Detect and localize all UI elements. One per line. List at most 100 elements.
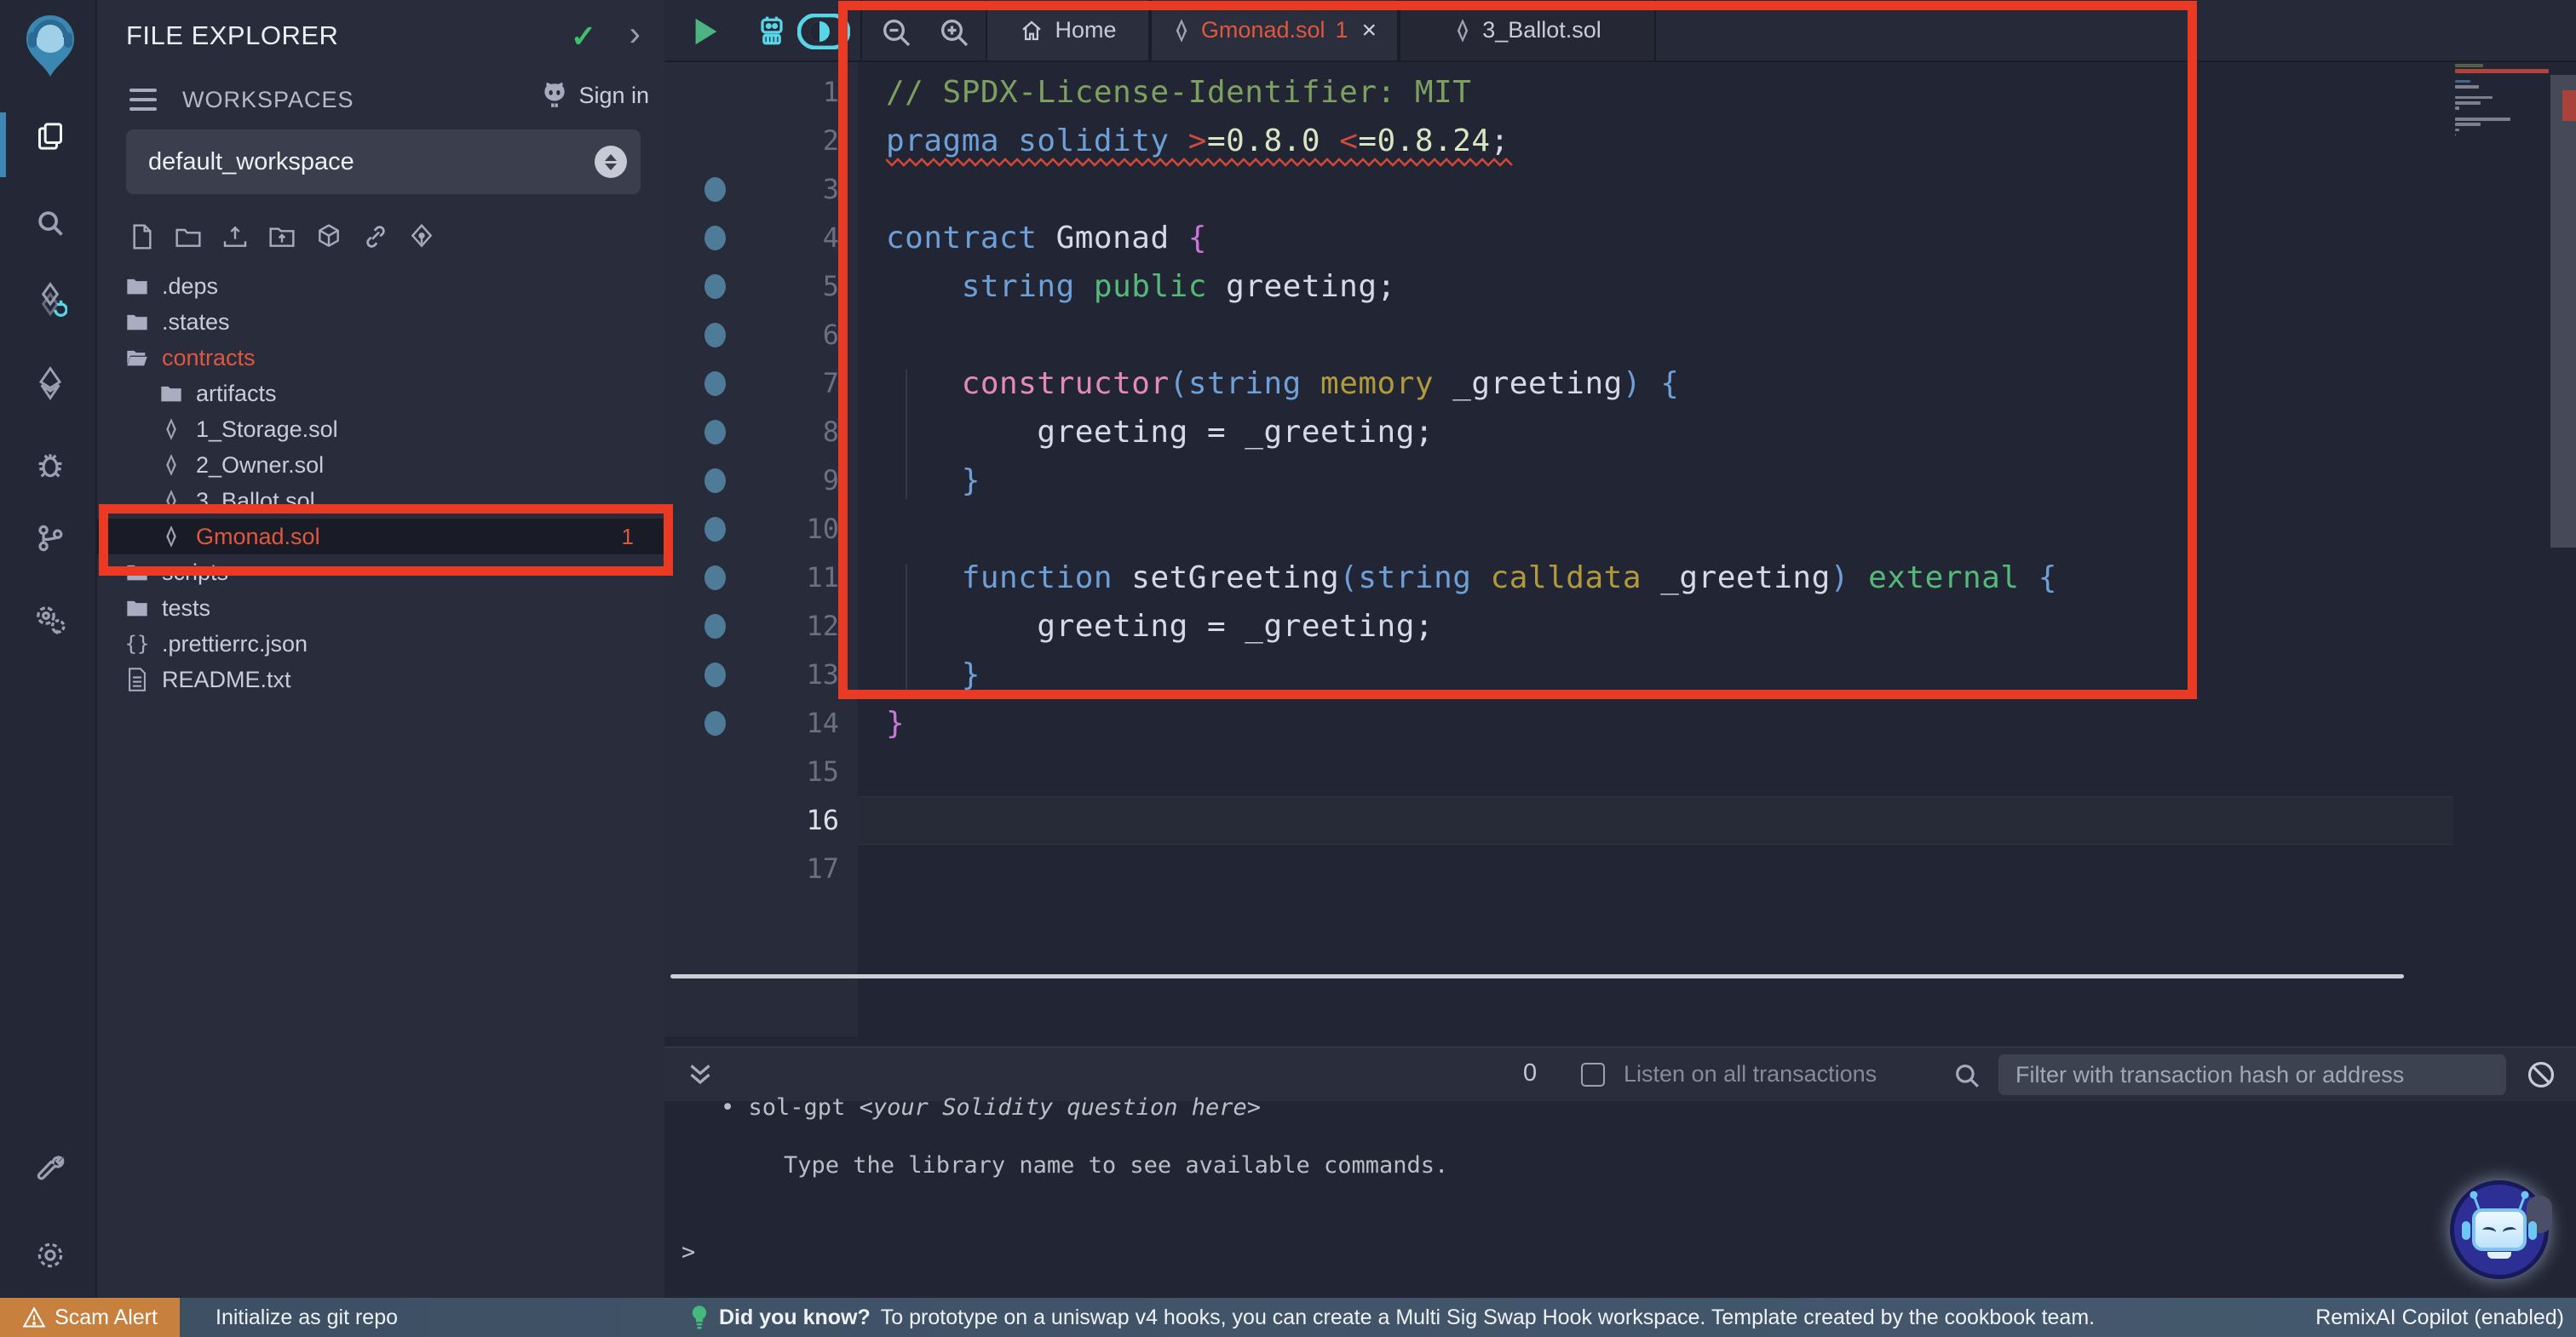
tree-item-.deps[interactable]: .deps xyxy=(97,268,664,304)
code-line-15 xyxy=(886,748,2453,796)
close-icon[interactable]: × xyxy=(1362,16,1377,45)
error-squiggle xyxy=(886,157,1516,169)
remixai-robot-icon[interactable] xyxy=(753,12,791,51)
debugger-icon[interactable] xyxy=(32,446,69,484)
activity-bar xyxy=(0,0,97,1298)
remixai-assistant-button[interactable] xyxy=(2450,1180,2549,1279)
line-number: 13 xyxy=(806,651,839,699)
gutter-line-9[interactable]: 9 xyxy=(664,456,858,505)
tree-item-2_Owner.sol[interactable]: 2_Owner.sol xyxy=(97,447,664,483)
line-number: 12 xyxy=(806,602,839,651)
run-script-icon[interactable] xyxy=(690,15,721,48)
tools-icon[interactable] xyxy=(32,1151,69,1189)
clear-console-icon[interactable] xyxy=(2525,1059,2557,1091)
editor-terminal-splitter[interactable] xyxy=(670,974,2404,978)
upload-file-icon[interactable] xyxy=(221,223,249,250)
gutter-line-6[interactable]: 6 xyxy=(664,311,858,359)
search-icon[interactable] xyxy=(32,204,69,242)
transaction-filter-input[interactable] xyxy=(1998,1054,2506,1095)
line-dot xyxy=(704,274,726,299)
copilot-status[interactable]: RemixAI Copilot (enabled) xyxy=(2315,1305,2564,1330)
line-number: 3 xyxy=(823,165,839,214)
terminal-search-icon[interactable] xyxy=(1952,1061,1981,1090)
gutter-line-1[interactable]: 1 xyxy=(664,68,858,117)
braces-icon: {} xyxy=(124,632,150,656)
tree-item-3_Ballot.sol[interactable]: 3_Ballot.sol xyxy=(97,483,664,519)
tree-item-label: .states xyxy=(162,309,230,336)
solidity-compiler-icon[interactable] xyxy=(32,281,69,318)
theme-toggle[interactable] xyxy=(797,14,850,49)
new-folder-icon[interactable] xyxy=(175,224,202,250)
listen-label[interactable]: Listen on all transactions xyxy=(1624,1061,1877,1087)
tab-home[interactable]: Home xyxy=(986,0,1150,60)
git-clone-icon[interactable] xyxy=(409,223,434,250)
code-line-7: constructor(string memory _greeting) { xyxy=(886,359,2453,408)
ipfs-cube-icon[interactable] xyxy=(315,223,342,250)
gutter-line-3[interactable]: 3 xyxy=(664,165,858,214)
line-dot xyxy=(704,468,726,493)
remix-logo[interactable] xyxy=(13,9,88,87)
code-line-8: greeting = _greeting; xyxy=(886,408,2453,456)
scam-alert-badge[interactable]: Scam Alert xyxy=(0,1298,180,1337)
gutter-line-2[interactable]: 2 xyxy=(664,117,858,165)
code-area[interactable]: // SPDX-License-Identifier: MITpragma so… xyxy=(858,62,2453,1036)
editor-gutter[interactable]: 1234567891011121314151617 xyxy=(664,62,858,1036)
tree-item-scripts[interactable]: scripts xyxy=(97,554,664,590)
zoom-out-icon[interactable] xyxy=(879,15,913,49)
gutter-line-12[interactable]: 12 xyxy=(664,602,858,651)
plugin-runner-icon[interactable] xyxy=(32,601,69,639)
sign-in-button[interactable]: Sign in xyxy=(539,82,649,109)
workspaces-menu-icon[interactable] xyxy=(129,89,157,117)
zoom-in-icon[interactable] xyxy=(937,15,971,49)
terminal-prompt[interactable]: > xyxy=(681,1239,695,1265)
tree-item-Gmonad.sol[interactable]: Gmonad.sol1 xyxy=(97,519,664,554)
line-number: 10 xyxy=(806,505,839,554)
gutter-line-14[interactable]: 14 xyxy=(664,699,858,748)
workspace-selected: default_workspace xyxy=(148,148,354,176)
tab-ballot[interactable]: 3_Ballot.sol xyxy=(1399,0,1656,60)
tree-item-.states[interactable]: .states xyxy=(97,304,664,340)
line-dot xyxy=(704,177,726,202)
tree-item-1_Storage.sol[interactable]: 1_Storage.sol xyxy=(97,411,664,447)
gutter-line-17[interactable]: 17 xyxy=(664,845,858,893)
scrollbar-slider[interactable] xyxy=(2550,75,2576,548)
gutter-line-7[interactable]: 7 xyxy=(664,359,858,408)
minimap[interactable] xyxy=(2453,62,2550,1036)
gutter-line-8[interactable]: 8 xyxy=(664,408,858,456)
tree-item-tests[interactable]: tests xyxy=(97,590,664,626)
new-file-icon[interactable] xyxy=(129,223,155,250)
gutter-line-5[interactable]: 5 xyxy=(664,262,858,311)
git-init-button[interactable]: Initialize as git repo xyxy=(216,1305,398,1330)
gutter-line-13[interactable]: 13 xyxy=(664,651,858,699)
code-line-9: } xyxy=(886,456,2453,505)
gutter-line-11[interactable]: 11 xyxy=(664,554,858,602)
panel-title: FILE EXPLORER xyxy=(126,20,338,51)
workspace-spinner-icon[interactable] xyxy=(595,146,627,178)
line-dot xyxy=(704,323,726,347)
ai-ear xyxy=(2528,1221,2537,1240)
code-line-13: } xyxy=(886,651,2453,699)
chevron-right-icon[interactable]: › xyxy=(630,15,641,54)
settings-icon[interactable] xyxy=(32,1237,69,1274)
gutter-line-4[interactable]: 4 xyxy=(664,214,858,262)
gutter-line-16[interactable]: 16 xyxy=(664,796,858,845)
link-icon[interactable] xyxy=(362,223,389,250)
gutter-line-10[interactable]: 10 xyxy=(664,505,858,554)
tab-gmonad[interactable]: Gmonad.sol 1 × xyxy=(1150,0,1399,60)
terminal-panel: 0 Listen on all transactions • sol-gpt <… xyxy=(664,1047,2576,1298)
upload-folder-icon[interactable] xyxy=(268,224,296,250)
workspace-select[interactable]: default_workspace xyxy=(126,129,641,194)
file-explorer-icon[interactable] xyxy=(32,118,69,155)
listen-checkbox[interactable] xyxy=(1581,1063,1605,1087)
git-icon[interactable] xyxy=(32,519,69,557)
minimap-line xyxy=(2455,96,2493,100)
gutter-line-15[interactable]: 15 xyxy=(664,748,858,796)
tree-item-artifacts[interactable]: artifacts xyxy=(97,376,664,411)
tree-item-README.txt[interactable]: README.txt xyxy=(97,662,664,697)
expand-terminal-icon[interactable] xyxy=(685,1059,716,1090)
deploy-run-icon[interactable] xyxy=(32,364,69,402)
home-icon xyxy=(1019,18,1044,43)
tree-item-contracts[interactable]: contracts xyxy=(97,340,664,376)
editor-scrollbar[interactable] xyxy=(2550,62,2576,1036)
tree-item-.prettierrc.json[interactable]: {}.prettierrc.json xyxy=(97,626,664,662)
